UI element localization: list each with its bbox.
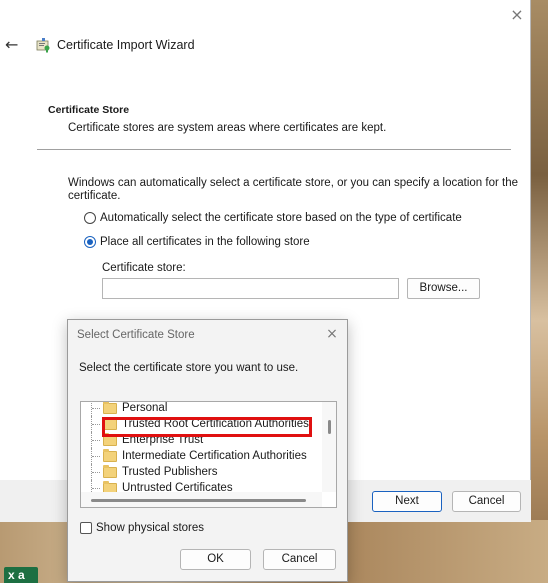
- section-title: Certificate Store: [48, 104, 130, 116]
- dialog-prompt: Select the certificate store you want to…: [79, 362, 299, 374]
- tree-item-trusted-publishers[interactable]: Trusted Publishers: [81, 464, 217, 480]
- tree-connector: [91, 402, 103, 416]
- tree-vertical-scrollbar[interactable]: [322, 402, 336, 492]
- tree-connector: [91, 464, 103, 480]
- radio-manual-label: Place all certificates in the following …: [100, 236, 310, 248]
- tree-connector: [91, 448, 103, 464]
- horizontal-scroll-thumb[interactable]: [91, 499, 306, 502]
- folder-icon: [103, 448, 117, 462]
- certificate-store-field[interactable]: [102, 278, 399, 299]
- folder-icon: [103, 464, 117, 478]
- tree-item-label: Intermediate Certification Authorities: [122, 450, 307, 462]
- radio-button-selected[interactable]: [84, 236, 96, 248]
- header-divider: [37, 149, 511, 150]
- certificate-store-label: Certificate store:: [102, 262, 186, 274]
- wizard-title: Certificate Import Wizard: [57, 38, 195, 52]
- next-button[interactable]: Next: [372, 491, 442, 512]
- certificate-wizard-icon: [36, 38, 50, 53]
- ok-button[interactable]: OK: [180, 549, 251, 570]
- back-arrow-icon[interactable]: ←: [5, 36, 23, 54]
- cancel-button[interactable]: Cancel: [452, 491, 521, 512]
- select-certificate-store-dialog: Select Certificate Store × Select the ce…: [67, 319, 348, 582]
- radio-button[interactable]: [84, 212, 96, 224]
- intro-text: Windows can automatically select a certi…: [68, 177, 518, 202]
- show-physical-stores-checkbox[interactable]: Show physical stores: [80, 522, 204, 534]
- radio-auto-label: Automatically select the certificate sto…: [100, 212, 462, 224]
- dialog-cancel-button[interactable]: Cancel: [263, 549, 336, 570]
- dialog-title: Select Certificate Store: [77, 329, 195, 341]
- close-icon[interactable]: ×: [508, 6, 526, 24]
- close-icon[interactable]: ×: [324, 326, 340, 342]
- checkbox[interactable]: [80, 522, 92, 534]
- tree-item-personal[interactable]: Personal: [81, 402, 168, 416]
- radio-place-in-store[interactable]: Place all certificates in the following …: [84, 236, 310, 248]
- show-physical-label: Show physical stores: [96, 522, 205, 534]
- folder-icon: [103, 402, 117, 414]
- tree-item-label: Trusted Publishers: [122, 466, 218, 478]
- tree-item-intermediate[interactable]: Intermediate Certification Authorities: [81, 448, 307, 464]
- tree-item-label: Personal: [122, 402, 168, 414]
- desktop-background-right: [530, 0, 548, 583]
- tree-horizontal-scrollbar[interactable]: [81, 492, 322, 507]
- excel-taskbar-icon[interactable]: x a: [4, 567, 38, 583]
- radio-auto-select[interactable]: Automatically select the certificate sto…: [84, 212, 462, 224]
- section-description: Certificate stores are system areas wher…: [68, 122, 387, 134]
- highlight-annotation-box: [102, 417, 312, 437]
- vertical-scroll-thumb[interactable]: [328, 420, 331, 434]
- browse-button[interactable]: Browse...: [407, 278, 480, 299]
